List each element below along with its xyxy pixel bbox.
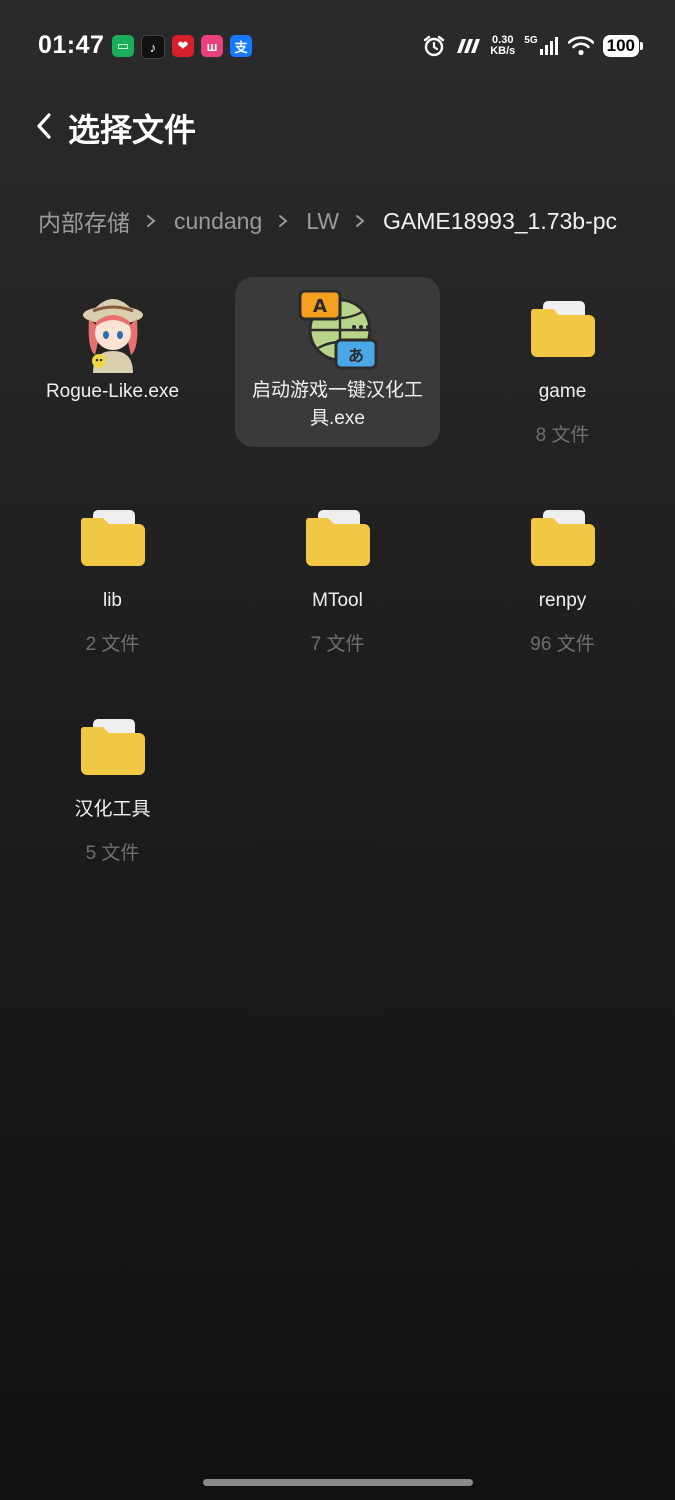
breadcrumb-lw[interactable]: LW	[306, 208, 339, 235]
file-name-line-2: 具.exe	[310, 408, 365, 429]
translate-icon: A あ	[298, 290, 377, 370]
signal-icon	[539, 37, 558, 55]
chevron-right-icon	[278, 214, 290, 228]
file-item-rogue-like[interactable]: Rogue-Like.exe	[10, 277, 215, 447]
back-button[interactable]	[22, 104, 66, 148]
wifi-icon	[567, 36, 594, 56]
notification-icons: ▭ ♪ ❤ ш 支	[112, 35, 252, 59]
folder-icon	[305, 510, 370, 566]
folder-icon	[530, 510, 595, 566]
file-name: Rogue-Like.exe	[45, 381, 180, 402]
folder-icon	[80, 719, 145, 775]
svg-text:あ: あ	[347, 346, 363, 365]
folder-file-count: 96 文件	[530, 634, 595, 655]
game-character-icon	[82, 299, 143, 373]
network-type: 5G	[524, 34, 538, 46]
net-speed-unit: KB/s	[490, 45, 516, 57]
file-item-chinese-patch-launcher[interactable]: A あ 启动游戏一键汉化工 具.exe	[235, 277, 440, 447]
folder-item-translation-tools[interactable]: 汉化工具 5 文件	[10, 695, 215, 865]
red-app-icon: ❤	[172, 35, 194, 57]
pink-app-icon: ш	[201, 35, 223, 57]
folder-icon	[80, 510, 145, 566]
brand-logo-icon	[457, 39, 481, 53]
alipay-icon: 支	[230, 35, 252, 57]
folder-icon	[530, 301, 595, 357]
battery-indicator: 100	[602, 35, 644, 57]
folder-file-count: 8 文件	[535, 425, 590, 446]
status-time: 01:47	[38, 31, 105, 59]
folder-file-count: 5 文件	[85, 843, 140, 864]
wechat-icon: ▭	[112, 35, 134, 57]
home-indicator[interactable]	[203, 1479, 473, 1486]
status-bar: 01:47 ▭ ♪ ❤ ш 支 0.30 KB/s 5G 100	[0, 0, 675, 90]
breadcrumb-current-folder[interactable]: GAME18993_1.73b-pc	[383, 208, 617, 235]
folder-name: lib	[102, 590, 122, 611]
net-speed: 0.30 KB/s	[490, 35, 515, 57]
folder-name: renpy	[538, 590, 587, 611]
folder-name: 汉化工具	[74, 799, 151, 820]
chevron-right-icon	[355, 214, 367, 228]
system-icons: 0.30 KB/s 5G 100	[422, 32, 644, 60]
chevron-right-icon	[146, 214, 158, 228]
alarm-icon	[424, 35, 445, 57]
chevron-left-icon	[37, 113, 51, 139]
folder-item-game[interactable]: game 8 文件	[460, 277, 665, 447]
folder-item-mtool[interactable]: MTool 7 文件	[235, 486, 440, 656]
svg-text:A: A	[313, 296, 327, 317]
folder-name: MTool	[312, 590, 363, 611]
file-name: 启动游戏一键汉化工 具.exe	[235, 377, 440, 433]
folder-file-count: 7 文件	[310, 634, 365, 655]
folder-file-count: 2 文件	[85, 634, 140, 655]
breadcrumb-internal-storage[interactable]: 内部存储	[38, 204, 130, 238]
tiktok-icon: ♪	[141, 35, 165, 59]
folder-name: game	[538, 381, 587, 402]
page-title: 选择文件	[68, 112, 197, 148]
file-name-line-1: 启动游戏一键汉化工	[251, 380, 423, 401]
breadcrumb: 内部存储 cundang LW GAME18993_1.73b-pc	[38, 205, 617, 237]
folder-item-renpy[interactable]: renpy 96 文件	[460, 486, 665, 656]
breadcrumb-cundang[interactable]: cundang	[174, 208, 262, 235]
folder-item-lib[interactable]: lib 2 文件	[10, 486, 215, 656]
